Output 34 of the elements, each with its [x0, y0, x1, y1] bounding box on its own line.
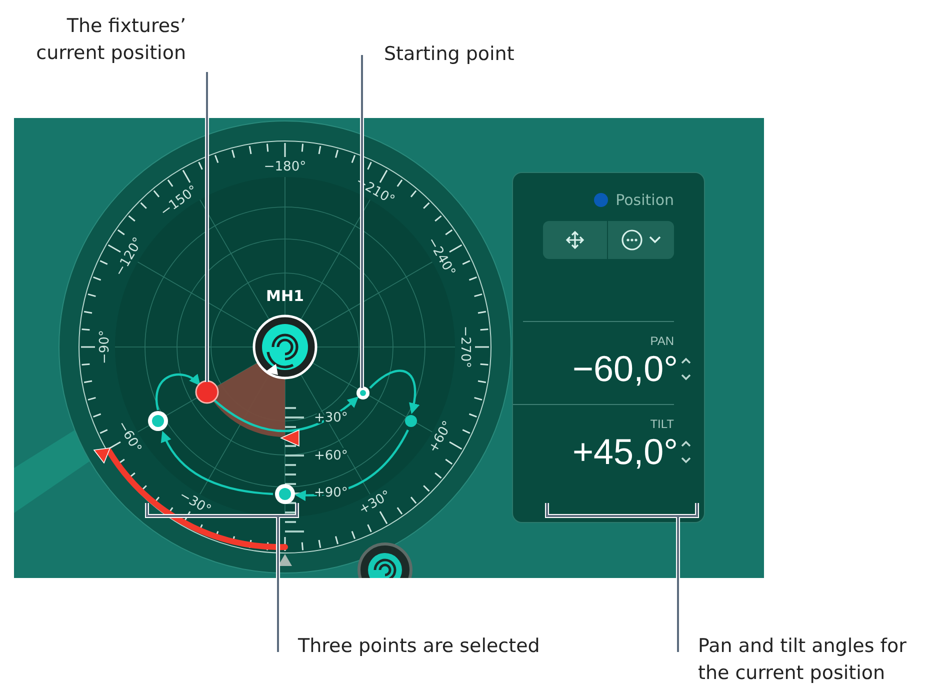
move-icon [565, 230, 585, 250]
path-point[interactable] [275, 484, 295, 504]
stepper-icon[interactable] [680, 355, 692, 383]
path-point[interactable] [405, 415, 417, 427]
callout-text: Pan and tilt angles for the current position [698, 634, 906, 686]
more-icon [621, 229, 643, 251]
pan-angle-label: −30° [176, 488, 214, 518]
pan-angle-label: +30° [356, 488, 394, 518]
callout-text: Starting point [384, 42, 514, 67]
current-position-point[interactable] [195, 380, 219, 404]
fixture-icon [358, 542, 412, 578]
pan-angle-label: −180° [264, 160, 306, 175]
tilt-label: TILT [650, 417, 674, 431]
move-button[interactable] [543, 221, 608, 259]
fixture-label: MH1 [266, 287, 304, 305]
pan-angle-label: −90° [98, 330, 113, 364]
callout-text: Three points are selected [298, 634, 540, 659]
callout-text: The fixtures’ current position [36, 14, 186, 66]
path-arrow [156, 373, 201, 410]
status-label: Position [616, 191, 674, 209]
fixture-icon [252, 314, 318, 380]
path-arrow [369, 370, 420, 414]
tilt-value[interactable]: +45,0° [572, 431, 678, 473]
path-point[interactable] [148, 411, 168, 431]
chevron-down-icon [649, 236, 661, 244]
pan-angle-label: −270° [457, 326, 472, 368]
pan-value[interactable]: −60,0° [572, 348, 678, 390]
pan-limit-marker [93, 448, 111, 464]
tilt-angle-label: +60° [314, 448, 348, 464]
more-menu-button[interactable] [608, 221, 674, 259]
tilt-marker [280, 429, 300, 447]
pan-label: PAN [650, 334, 674, 348]
stepper-icon[interactable] [680, 438, 692, 466]
starting-point[interactable] [356, 386, 370, 400]
